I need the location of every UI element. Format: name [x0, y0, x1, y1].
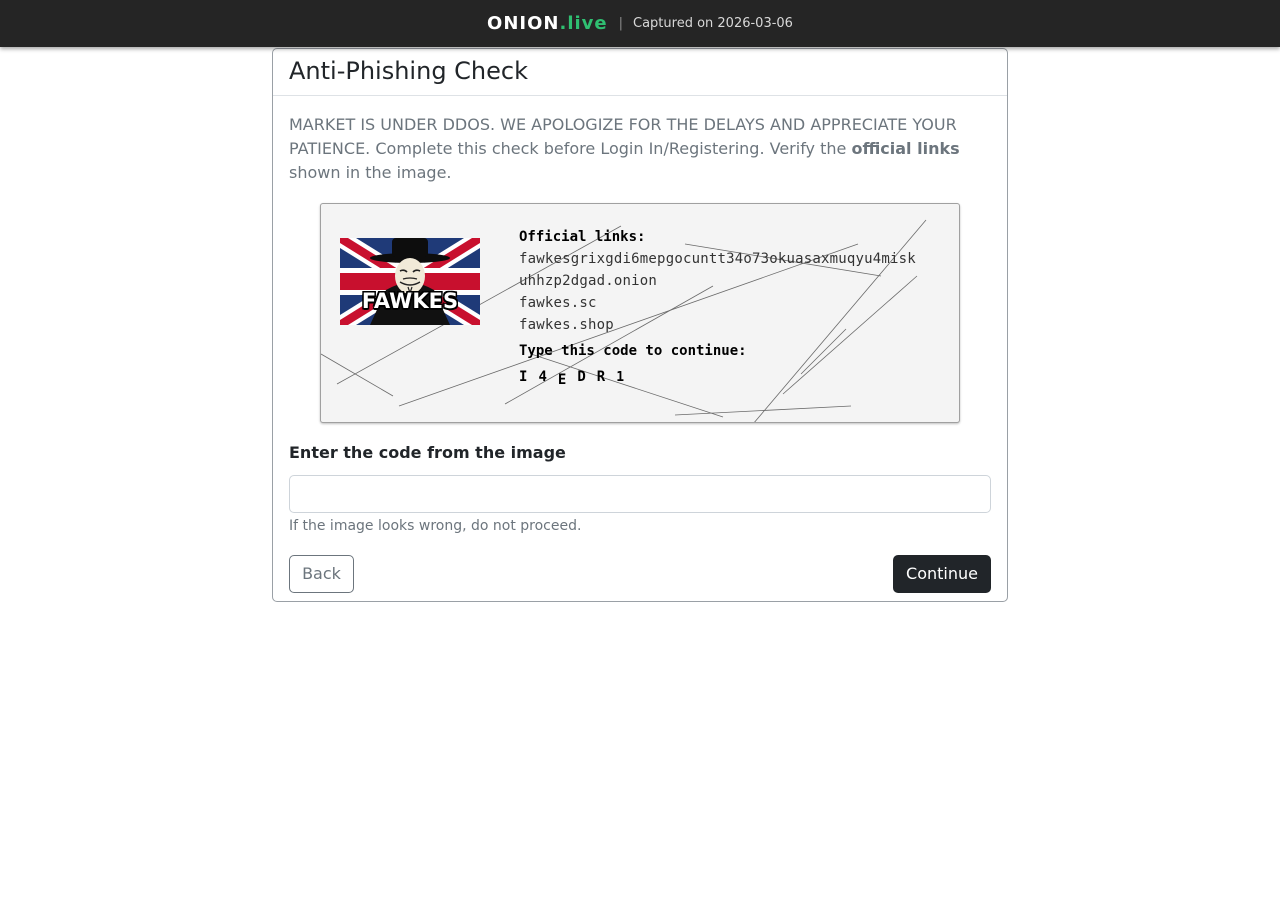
- captcha-code: I 4 E D R 1: [519, 366, 916, 388]
- official-links-block: Official links: fawkesgrixgdi6mepgocuntt…: [519, 226, 916, 388]
- help-text: If the image looks wrong, do not proceed…: [289, 518, 582, 534]
- anti-phishing-card: Anti-Phishing Check MARKET IS UNDER DDOS…: [272, 48, 1008, 602]
- top-bar: ONION.live | Captured on 2026-03-06: [0, 0, 1280, 47]
- code-field-label: Enter the code from the image: [289, 443, 566, 462]
- captcha-char: D: [577, 369, 586, 385]
- continue-button[interactable]: Continue: [893, 555, 991, 593]
- ddos-notice: MARKET IS UNDER DDOS. WE APOLOGIZE FOR T…: [289, 113, 991, 185]
- brand-name: ONION: [487, 13, 560, 34]
- notice-official-links: official links: [851, 139, 960, 158]
- captcha-image: FAWKES Official links: fawkesgrixgdi6mep…: [320, 203, 960, 423]
- captcha-char: 1: [616, 370, 625, 385]
- fawkes-logo-text: FAWKES: [361, 289, 459, 313]
- captcha-code-input[interactable]: [289, 475, 991, 513]
- official-link: fawkes.shop: [519, 317, 614, 333]
- official-link: fawkes.sc: [519, 295, 597, 311]
- captcha-char: I: [519, 369, 528, 385]
- official-links-heading: Official links:: [519, 229, 646, 245]
- official-link: fawkesgrixgdi6mepgocuntt34o73okuasaxmuqy…: [519, 251, 916, 267]
- card-header: Anti-Phishing Check: [273, 49, 1007, 96]
- form-actions: Back Continue: [289, 555, 991, 593]
- brand-separator: |: [618, 16, 623, 31]
- brand-tld: .live: [559, 13, 608, 34]
- code-prompt: Type this code to continue:: [519, 343, 747, 359]
- fawkes-logo: FAWKES: [340, 238, 480, 325]
- page-title: Anti-Phishing Check: [289, 57, 529, 85]
- official-link: uhhzp2dgad.onion: [519, 273, 658, 289]
- captcha-char: R: [596, 369, 606, 385]
- card-body: MARKET IS UNDER DDOS. WE APOLOGIZE FOR T…: [273, 96, 1007, 609]
- notice-end: shown in the image.: [289, 163, 452, 182]
- captcha-char: 4: [538, 369, 547, 385]
- capture-date: Captured on 2026-03-06: [633, 16, 793, 31]
- captcha-char: E: [557, 372, 567, 388]
- site-brand[interactable]: ONION.live: [487, 13, 608, 34]
- back-button[interactable]: Back: [289, 555, 354, 593]
